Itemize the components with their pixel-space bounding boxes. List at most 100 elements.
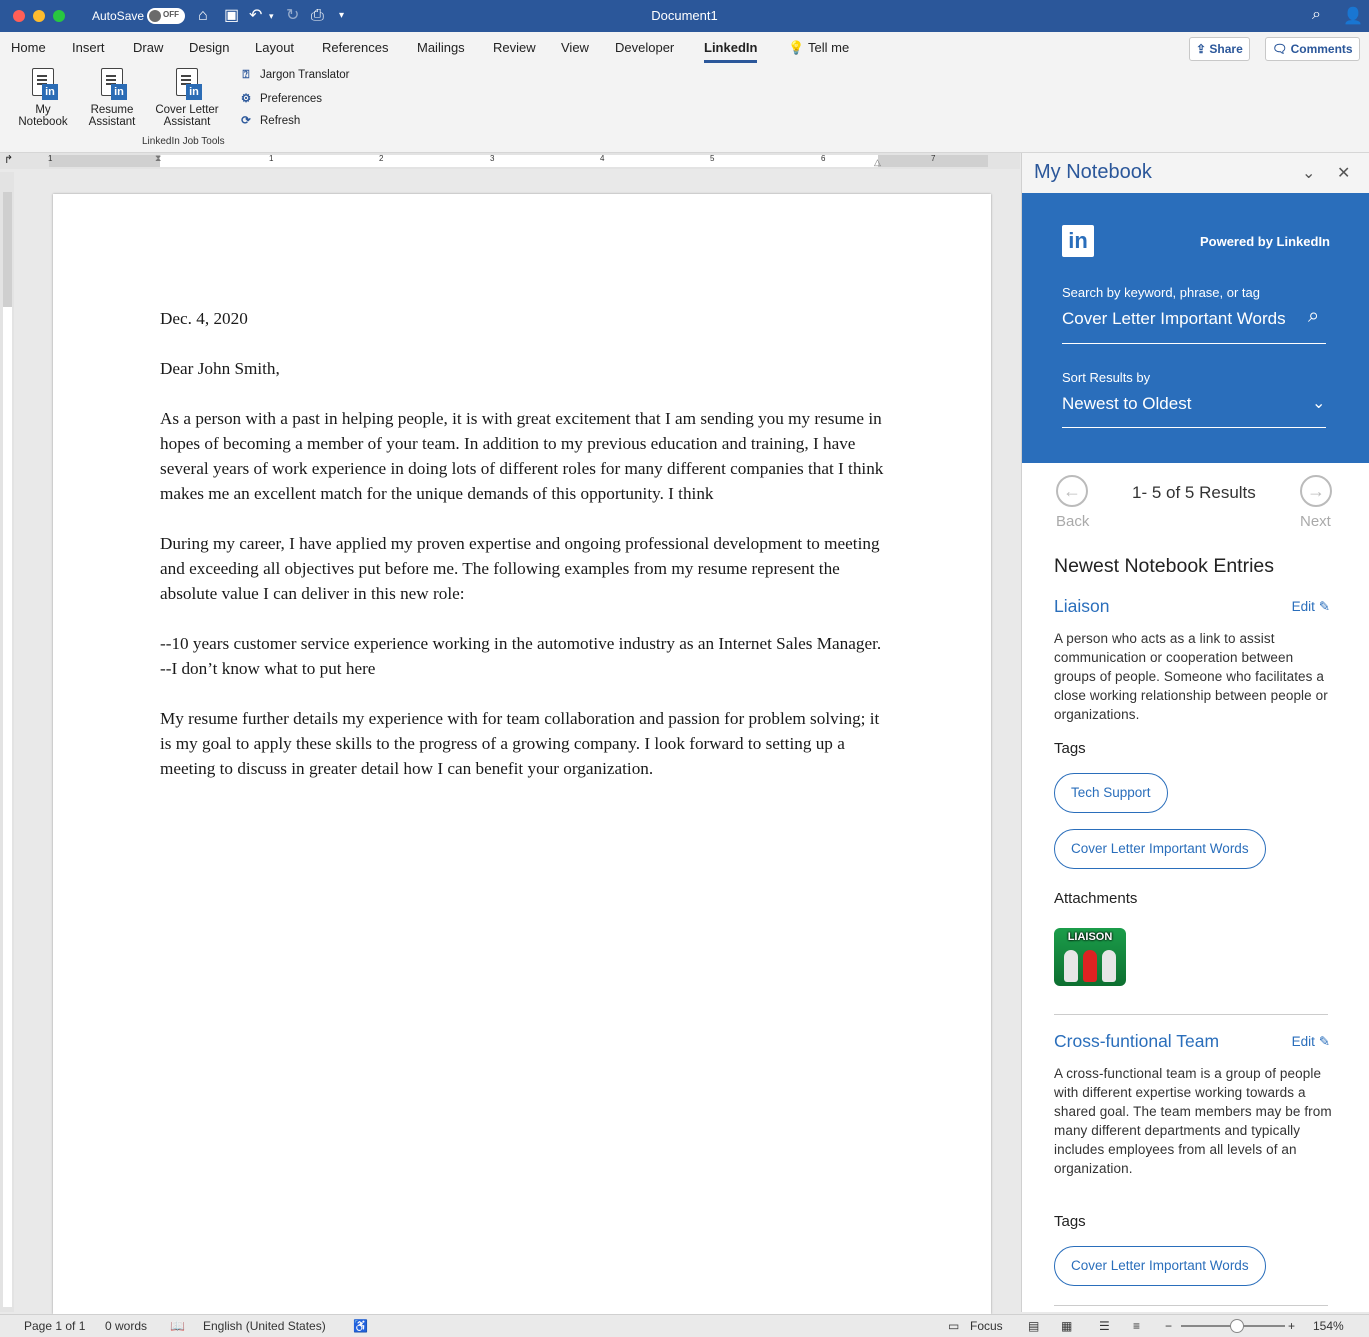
tab-linkedin[interactable]: LinkedIn [704,40,758,63]
focus-icon[interactable]: ▭ [948,1319,959,1333]
print-layout-icon[interactable]: ▤ [1028,1319,1039,1333]
tab-insert[interactable]: Insert [72,40,105,55]
resume-assistant-button[interactable]: in Resume Assistant [84,68,140,128]
tab-layout[interactable]: Layout [255,40,294,55]
salutation[interactable]: Dear John Smith, [160,356,895,381]
share-button[interactable]: ⇪ Share [1189,37,1250,61]
zoom-slider-thumb[interactable] [1230,1319,1244,1333]
my-notebook-button[interactable]: in My Notebook [14,68,72,128]
share-icon: ⇪ [1196,42,1210,56]
undo-dropdown-icon[interactable]: ▾ [269,6,274,26]
search-underline [1062,343,1326,344]
redo-icon[interactable]: ↻ [286,6,299,26]
entry-description: A cross-functional team is a group of pe… [1054,1066,1332,1176]
tell-me[interactable]: Tell me [808,40,849,55]
right-indent-marker-icon[interactable]: △ [874,157,881,168]
chevron-down-icon[interactable]: ⌄ [1302,163,1315,183]
page-count[interactable]: Page 1 of 1 [24,1319,85,1333]
resume-assistant-label-1: Resume [90,104,134,116]
comments-button[interactable]: 🗨 Comments [1265,37,1360,61]
entry-title[interactable]: Cross-funtional Team [1054,1031,1219,1052]
paragraph-intro[interactable]: As a person with a past in helping peopl… [160,406,895,506]
tab-mailings[interactable]: Mailings [417,40,465,55]
cover-letter-label-2: Assistant [163,116,211,128]
attachment-thumbnail[interactable]: LIAISON [1054,928,1126,986]
ruler-number: 1 [48,154,53,163]
date-line[interactable]: Dec. 4, 2020 [160,306,895,331]
toggle-knob [149,10,161,22]
undo-icon[interactable]: ↶ [249,6,262,26]
home-icon[interactable]: ⌂ [198,6,208,26]
preferences-button[interactable]: ⚙ Preferences [238,91,322,105]
tab-draw[interactable]: Draw [133,40,163,55]
zoom-in-icon[interactable]: + [1288,1319,1295,1333]
tab-review[interactable]: Review [493,40,536,55]
edit-button[interactable]: Edit ✎ [1292,599,1330,615]
indent-marker-icon[interactable]: ⧗ [155,153,161,164]
document-body[interactable]: Dec. 4, 2020 Dear John Smith, As a perso… [160,306,895,806]
zoom-out-icon[interactable]: − [1165,1319,1172,1333]
zoom-window-button[interactable] [53,10,65,22]
status-bar: Page 1 of 1 0 words 📖 English (United St… [0,1314,1369,1337]
web-layout-icon[interactable]: ▦ [1061,1319,1072,1333]
search-icon[interactable]: ⌕ [1312,6,1321,24]
section-title: Newest Notebook Entries [1054,555,1275,577]
tab-stop-icon[interactable]: ↱ [4,153,13,166]
edit-label: Edit [1291,1034,1315,1049]
back-arrow-icon: ← [1056,475,1088,507]
tab-view[interactable]: View [561,40,589,55]
tag-pill[interactable]: Cover Letter Important Words [1054,1246,1266,1286]
entry-title[interactable]: Liaison [1054,596,1109,617]
document-page[interactable]: Dec. 4, 2020 Dear John Smith, As a perso… [53,194,991,1314]
search-icon[interactable]: ⌕ [1308,305,1319,328]
minimize-window-button[interactable] [33,10,45,22]
autosave-label: AutoSave [92,9,145,23]
tab-home[interactable]: Home [11,40,46,55]
jargon-translator-button[interactable]: ⍰ Jargon Translator [238,69,350,82]
word-count[interactable]: 0 words [105,1319,147,1333]
bullet-line-1[interactable]: --10 years customer service experience w… [160,631,895,656]
tag-pill[interactable]: Tech Support [1054,773,1168,813]
chevron-down-icon[interactable]: ⌄ [1312,393,1325,413]
ruler-text-area [160,155,878,167]
back-button[interactable]: ← Back [1056,475,1089,530]
person-figure [1064,950,1078,982]
entry-divider [1054,1014,1328,1015]
next-button[interactable]: → Next [1300,475,1332,530]
ruler-number: 4 [600,154,605,163]
notebook-icon: in [28,68,58,100]
tab-design[interactable]: Design [189,40,229,55]
tab-developer[interactable]: Developer [615,40,674,55]
accessibility-icon[interactable]: ♿ [353,1319,368,1333]
save-icon[interactable]: ▣ [224,6,239,26]
linkedin-badge: in [42,84,58,100]
bullet-line-2[interactable]: --I don’t know what to put here [160,656,895,681]
tab-references[interactable]: References [322,40,388,55]
close-window-button[interactable] [13,10,25,22]
search-input[interactable]: Cover Letter Important Words [1062,309,1286,329]
zoom-level[interactable]: 154% [1313,1319,1344,1333]
edit-button[interactable]: Edit ✎ [1292,1034,1330,1050]
paragraph-closing[interactable]: My resume further details my experience … [160,706,895,781]
resume-assistant-label-2: Assistant [88,116,136,128]
customize-toolbar-icon[interactable]: ▾ [339,6,344,26]
ruler-number: 7 [931,154,936,163]
tag-pill[interactable]: Cover Letter Important Words [1054,829,1266,869]
draft-view-icon[interactable]: ≡ [1133,1319,1140,1333]
language[interactable]: English (United States) [203,1319,326,1333]
sort-select[interactable]: Newest to Oldest [1062,394,1191,414]
horizontal-ruler[interactable]: ↱ 1 1 2 3 4 5 6 7 ⧗ △ [0,153,1020,169]
cover-letter-assistant-button[interactable]: in Cover Letter Assistant [150,68,224,128]
focus-label[interactable]: Focus [970,1319,1003,1333]
autosave-toggle[interactable]: OFF [147,8,185,24]
proofing-icon[interactable]: 📖 [170,1319,185,1333]
my-notebook-pane: My Notebook ⌄ ✕ in Powered by LinkedIn S… [1021,153,1369,1312]
results-count: 1- 5 of 5 Results [1132,483,1256,502]
outline-view-icon[interactable]: ☰ [1099,1319,1110,1333]
print-icon[interactable]: ⎙ [311,6,324,26]
refresh-button[interactable]: ⟳ Refresh [238,113,300,127]
close-icon[interactable]: ✕ [1337,163,1350,183]
account-icon[interactable]: 👤 [1343,6,1363,26]
my-notebook-label-2: Notebook [18,116,68,128]
paragraph-career[interactable]: During my career, I have applied my prov… [160,531,895,606]
